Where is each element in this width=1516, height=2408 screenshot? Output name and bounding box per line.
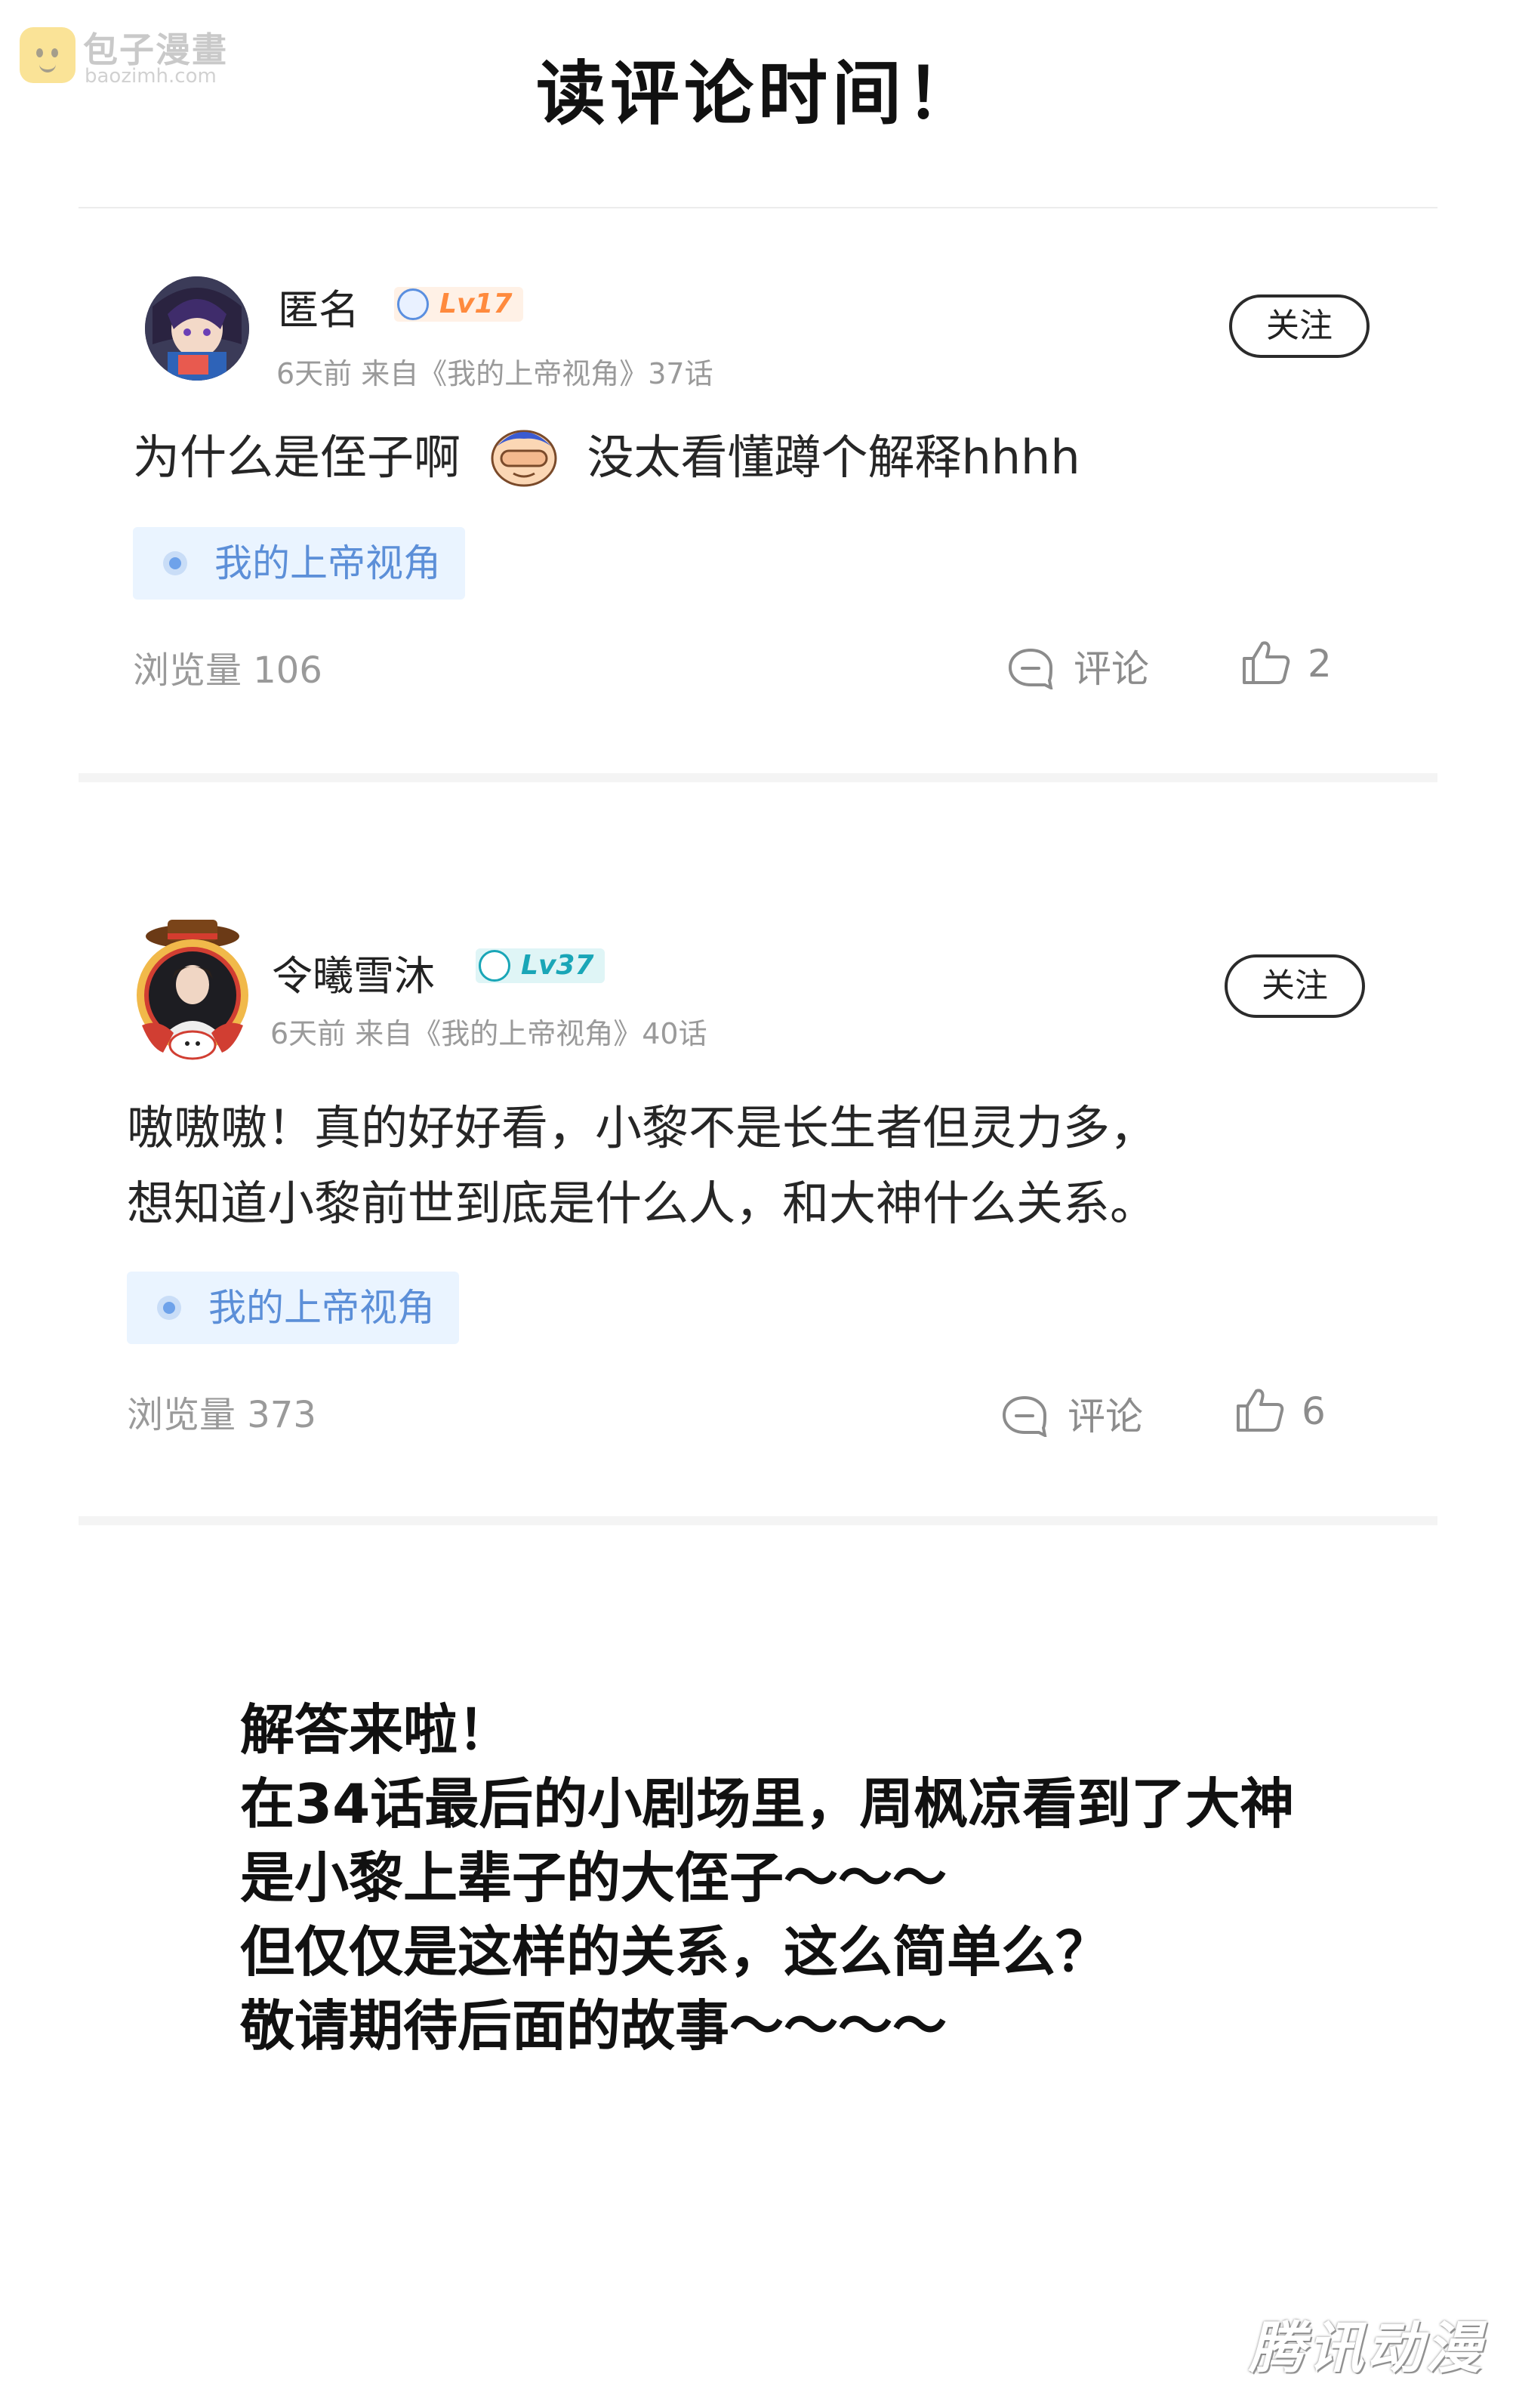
view-count: 浏览量 373	[127, 1394, 316, 1436]
comment-meta: 6天前 来自《我的上帝视角》37话	[276, 357, 713, 390]
username[interactable]: 令曦雪沐	[272, 942, 435, 1002]
answer-line: 在34话最后的小剧场里，周枫凉看到了大神	[240, 1772, 1295, 1836]
avatar[interactable]	[128, 920, 257, 1060]
username[interactable]: 匿名	[278, 276, 359, 336]
comment-meta: 6天前 来自《我的上帝视角》40话	[270, 1017, 707, 1050]
level-text: Lv17	[439, 288, 513, 319]
answer-line: 解答来啦！	[240, 1698, 513, 1762]
thumbs-up-icon	[1235, 1386, 1285, 1433]
facepalm-emoji-icon	[486, 421, 562, 487]
like-count: 6	[1302, 1389, 1326, 1433]
tag-dot-icon	[157, 1296, 181, 1320]
comment-icon	[1001, 1395, 1048, 1438]
like-button[interactable]: 6	[1235, 1386, 1326, 1433]
comment-label: 评论	[1074, 647, 1149, 691]
comment-icon	[1007, 647, 1054, 691]
comment-label: 评论	[1068, 1395, 1143, 1438]
page-title: 读评论时间！	[535, 54, 980, 134]
answer-text: 解答来啦！ 在34话最后的小剧场里，周枫凉看到了大神 是小黎上辈子的大侄子～～～…	[240, 1693, 1373, 2063]
comment-text-line: 没太看懂蹲个解释hhhh	[587, 430, 1080, 485]
comic-tag[interactable]: 我的上帝视角	[133, 527, 465, 600]
like-button[interactable]: 2	[1241, 639, 1332, 686]
follow-button[interactable]: 关注	[1225, 954, 1365, 1018]
level-badge: Lv17	[394, 287, 523, 322]
comment-text-line: 为什么是侄子啊	[133, 430, 461, 485]
divider	[79, 1516, 1437, 1525]
answer-line: 敬请期待后面的故事～～～～	[240, 1994, 948, 2058]
comment-text-line: 嗷嗷嗷！真的好好看，小黎不是长生者但灵力多，	[127, 1100, 1157, 1155]
comic-tag[interactable]: 我的上帝视角	[127, 1272, 459, 1344]
comment-button[interactable]: 评论	[1001, 1386, 1143, 1441]
thumbs-up-icon	[1241, 639, 1291, 686]
answer-line: 但仅仅是这样的关系，这么简单么？	[240, 1920, 1111, 1984]
answer-line: 是小黎上辈子的大侄子～～～	[240, 1846, 948, 1910]
divider	[79, 773, 1437, 782]
brand-watermark: 腾讯动漫	[1249, 2316, 1484, 2381]
view-count: 浏览量 106	[133, 649, 322, 692]
crown-level-icon	[479, 950, 510, 982]
avatar[interactable]	[145, 276, 249, 381]
tag-label: 我的上帝视角	[214, 541, 441, 585]
level-text: Lv37	[521, 950, 594, 981]
follow-button[interactable]: 关注	[1229, 294, 1370, 358]
comment-text: 嗷嗷嗷！真的好好看，小黎不是长生者但灵力多， 想知道小黎前世到底是什么人，和大神…	[127, 1090, 1157, 1241]
level-icon	[397, 288, 429, 320]
level-badge: Lv37	[476, 948, 605, 983]
divider	[79, 207, 1437, 208]
tag-label: 我的上帝视角	[208, 1286, 435, 1330]
like-count: 2	[1308, 642, 1332, 686]
comment-button[interactable]: 评论	[1007, 639, 1149, 693]
tag-dot-icon	[163, 551, 187, 575]
comment-card: 匿名 Lv17 6天前 来自《我的上帝视角》37话 关注 为什么是侄子啊 没太看…	[0, 211, 1516, 785]
comment-text-line: 想知道小黎前世到底是什么人，和大神什么关系。	[127, 1176, 1157, 1231]
comment-text: 为什么是侄子啊 没太看懂蹲个解释hhhh	[133, 420, 1080, 495]
comment-card: 令曦雪沐 Lv37 6天前 来自《我的上帝视角》40话 关注 嗷嗷嗷！真的好好看…	[0, 906, 1516, 1510]
